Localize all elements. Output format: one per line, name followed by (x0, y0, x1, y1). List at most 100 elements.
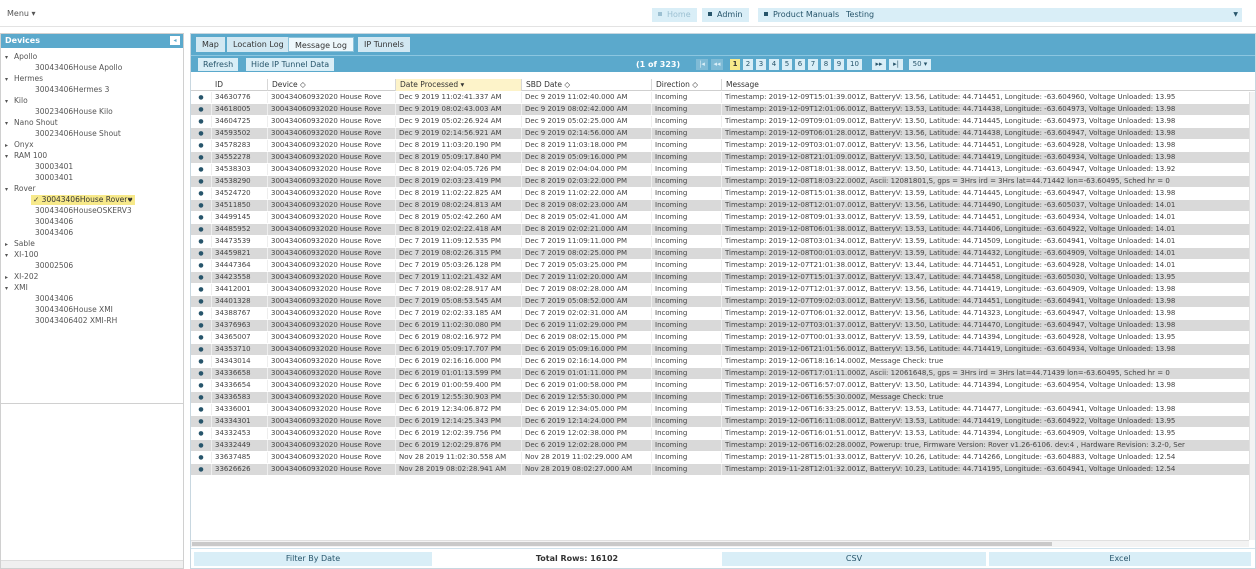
table-row[interactable]: ● 34524720 300434060932020 House Rove Dec 8… (191, 188, 1249, 199)
table-row[interactable]: ● 34618005 300434060932020 House Rove Dec 9… (191, 104, 1249, 115)
location-pin-icon[interactable]: ● (191, 440, 211, 451)
location-pin-icon[interactable]: ● (191, 404, 211, 415)
prev-page-button[interactable]: ◂◂ (711, 59, 723, 70)
table-row[interactable]: ● 34459821 300434060932020 House Rove Dec 7… (191, 248, 1249, 259)
expand-down-icon[interactable]: ▾ (5, 152, 14, 162)
location-pin-icon[interactable]: ● (191, 464, 211, 475)
table-row[interactable]: ● 34473539 300434060932020 House Rove Dec 7… (191, 236, 1249, 247)
location-pin-icon[interactable]: ● (191, 248, 211, 259)
first-page-button[interactable]: |◂ (696, 59, 708, 70)
table-row[interactable]: ● 34552278 300434060932020 House Rove Dec 8… (191, 152, 1249, 163)
tab-location-log[interactable]: Location Log (227, 37, 290, 52)
location-pin-icon[interactable]: ● (191, 212, 211, 223)
location-pin-icon[interactable]: ● (191, 200, 211, 211)
column-message[interactable]: Message (721, 79, 1249, 91)
column-sbd-date[interactable]: SBD Date ◇ (521, 79, 651, 91)
table-row[interactable]: ● 34336654 300434060932020 House Rove Dec 6… (191, 380, 1249, 391)
table-row[interactable]: ● 34332453 300434060932020 House Rove Dec 6… (191, 428, 1249, 439)
table-row[interactable]: ● 34388767 300434060932020 House Rove Dec 7… (191, 308, 1249, 319)
location-pin-icon[interactable]: ● (191, 284, 211, 295)
scrollbar-thumb[interactable] (192, 542, 1052, 546)
page-button[interactable]: 10 (847, 59, 862, 70)
tree-device[interactable]: 30043406 (35, 217, 73, 227)
tab-message-log[interactable]: Message Log (288, 37, 354, 52)
table-row[interactable]: ● 34401328 300434060932020 House Rove Dec 7… (191, 296, 1249, 307)
location-pin-icon[interactable]: ● (191, 296, 211, 307)
table-vertical-scrollbar[interactable] (1249, 92, 1255, 540)
location-pin-icon[interactable]: ● (191, 176, 211, 187)
page-button[interactable]: 9 (834, 59, 844, 70)
column-direction[interactable]: Direction ◇ (651, 79, 721, 91)
location-pin-icon[interactable]: ● (191, 332, 211, 343)
table-row[interactable]: ● 34336583 300434060932020 House Rove Dec 6… (191, 392, 1249, 403)
table-row[interactable]: ● 34365007 300434060932020 House Rove Dec 6… (191, 332, 1249, 343)
expand-down-icon[interactable]: ▾ (5, 53, 14, 63)
tree-group[interactable]: ▾ Apollo (5, 52, 37, 62)
expand-right-icon[interactable]: ▸ (5, 273, 14, 283)
tree-device[interactable]: 30043406House XMI (35, 305, 113, 315)
tree-group[interactable]: ▾ RAM 100 (5, 151, 47, 161)
table-row[interactable]: ● 34412001 300434060932020 House Rove Dec 7… (191, 284, 1249, 295)
collapse-icon[interactable]: ◂ (170, 36, 180, 45)
location-pin-icon[interactable]: ● (191, 380, 211, 391)
tree-device-selected[interactable]: ✓ 30043406House Rover♥ (31, 195, 135, 205)
next-page-button[interactable]: ▸▸ (872, 59, 886, 70)
refresh-button[interactable]: Refresh (198, 58, 239, 71)
tree-device[interactable]: 30043406HouseOSKERV3 (35, 206, 132, 216)
location-pin-icon[interactable]: ● (191, 428, 211, 439)
tree-device[interactable]: 30003401 (35, 162, 73, 172)
home-button[interactable]: Home (652, 8, 697, 22)
tree-group[interactable]: ▾ Rover (5, 184, 36, 194)
tree-group[interactable]: ▾ Kilo (5, 96, 28, 106)
expand-down-icon[interactable]: ▾ (5, 75, 14, 85)
location-pin-icon[interactable]: ● (191, 308, 211, 319)
location-pin-icon[interactable]: ● (191, 104, 211, 115)
page-size-select[interactable]: 50 ▾ (909, 59, 931, 70)
filter-by-date-button[interactable]: Filter By Date (194, 552, 432, 566)
location-pin-icon[interactable]: ● (191, 356, 211, 367)
tab-ip-tunnels[interactable]: IP Tunnels (358, 37, 410, 52)
tree-group[interactable]: ▸ Sable (5, 239, 35, 249)
table-row[interactable]: ● 34423558 300434060932020 House Rove Dec 7… (191, 272, 1249, 283)
page-button[interactable]: 2 (743, 59, 753, 70)
excel-export-button[interactable]: Excel (989, 552, 1251, 566)
expand-down-icon[interactable]: ▾ (5, 284, 14, 294)
tree-group[interactable]: ▾ XI-100 (5, 250, 38, 260)
page-button[interactable]: 5 (782, 59, 792, 70)
page-button[interactable]: 1 (730, 59, 740, 70)
table-row[interactable]: ● 33637485 300434060932020 House Rove Nov 2… (191, 452, 1249, 463)
tab-map[interactable]: Map (196, 37, 225, 52)
admin-button[interactable]: Admin (702, 8, 749, 22)
location-pin-icon[interactable]: ● (191, 344, 211, 355)
tree-device[interactable]: 30002506 (35, 261, 73, 271)
expand-down-icon[interactable]: ▾ (5, 185, 14, 195)
location-pin-icon[interactable]: ● (191, 224, 211, 235)
last-page-button[interactable]: ▸| (889, 59, 903, 70)
tree-device[interactable]: 30043406 (35, 294, 73, 304)
table-row[interactable]: ● 34578283 300434060932020 House Rove Dec 8… (191, 140, 1249, 151)
hide-ip-tunnel-button[interactable]: Hide IP Tunnel Data (246, 58, 335, 71)
menu-button[interactable]: Menu ▾ (7, 9, 36, 18)
tree-group[interactable]: ▸ Onyx (5, 140, 34, 150)
tree-device[interactable]: 30043406402 XMI-RH (35, 316, 117, 326)
expand-right-icon[interactable]: ▸ (5, 141, 14, 151)
location-pin-icon[interactable]: ● (191, 128, 211, 139)
tree-group[interactable]: ▾ Nano Shout (5, 118, 58, 128)
location-pin-icon[interactable]: ● (191, 260, 211, 271)
expand-right-icon[interactable]: ▸ (5, 240, 14, 250)
location-pin-icon[interactable]: ● (191, 236, 211, 247)
expand-down-icon[interactable]: ▾ (5, 251, 14, 261)
table-row[interactable]: ● 34511850 300434060932020 House Rove Dec 8… (191, 200, 1249, 211)
table-row[interactable]: ● 34332449 300434060932020 House Rove Dec 6… (191, 440, 1249, 451)
location-pin-icon[interactable]: ● (191, 116, 211, 127)
table-row[interactable]: ● 33626626 300434060932020 House Rove Nov 2… (191, 464, 1249, 475)
tree-device[interactable]: 30043406House Apollo (35, 63, 122, 73)
tree-group[interactable]: ▸ XI-202 (5, 272, 38, 282)
page-button[interactable]: 4 (769, 59, 779, 70)
location-pin-icon[interactable]: ● (191, 320, 211, 331)
location-pin-icon[interactable]: ● (191, 164, 211, 175)
page-button[interactable]: 6 (795, 59, 805, 70)
tree-device[interactable]: 30023406House Shout (35, 129, 121, 139)
expand-down-icon[interactable]: ▾ (5, 119, 14, 129)
column-date-processed[interactable]: Date Processed ▾ (395, 79, 521, 91)
